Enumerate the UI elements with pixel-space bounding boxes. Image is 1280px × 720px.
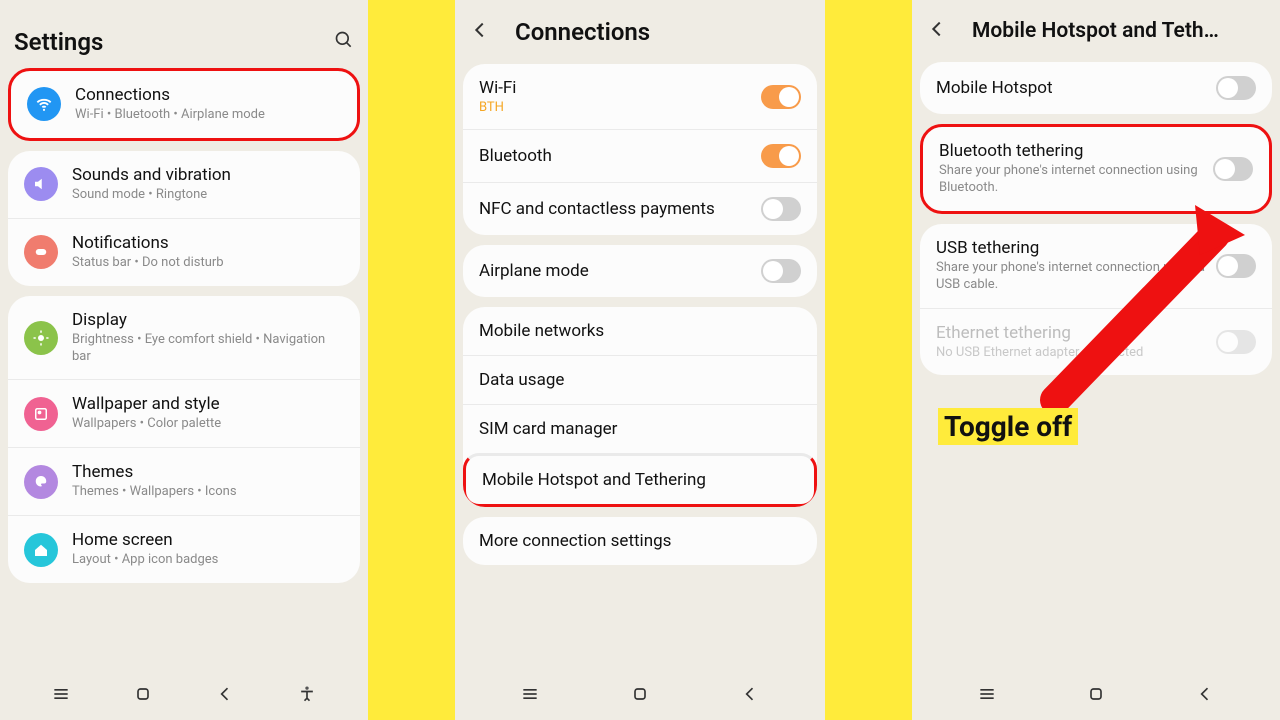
row-sub: Brightness • Eye comfort shield • Naviga… <box>72 332 344 366</box>
nav-bar <box>455 678 825 714</box>
row-title: SIM card manager <box>479 419 801 439</box>
row-title: Notifications <box>72 233 344 253</box>
themes-icon <box>24 465 58 499</box>
row-sub: Wallpapers • Color palette <box>72 416 344 433</box>
home-nav-icon[interactable] <box>630 684 650 708</box>
row-mobile-networks[interactable]: Mobile networks <box>463 307 817 355</box>
home-nav-icon[interactable] <box>133 684 153 708</box>
home-nav-icon[interactable] <box>1086 684 1106 708</box>
divider-strip <box>368 0 455 720</box>
row-sub: Layout • App icon badges <box>72 552 344 569</box>
recents-icon[interactable] <box>520 684 540 708</box>
row-more-connections[interactable]: More connection settings <box>463 517 817 565</box>
back-nav-icon[interactable] <box>215 684 235 708</box>
settings-screen: Settings Connections Wi-Fi • Bluetooth •… <box>0 0 368 720</box>
row-title: Themes <box>72 462 344 482</box>
ethernet-tethering-toggle <box>1216 330 1256 354</box>
row-mobile-hotspot[interactable]: Mobile Hotspot <box>920 62 1272 114</box>
row-usb-tethering[interactable]: USB tethering Share your phone's interne… <box>920 224 1272 308</box>
mobile-hotspot-toggle[interactable] <box>1216 76 1256 100</box>
row-sub: Wi-Fi • Bluetooth • Airplane mode <box>75 107 341 124</box>
row-title: More connection settings <box>479 531 801 551</box>
row-sub: Sound mode • Ringtone <box>72 187 344 204</box>
row-sub: Status bar • Do not disturb <box>72 255 344 272</box>
back-icon[interactable] <box>926 18 960 44</box>
wifi-toggle[interactable] <box>761 85 801 109</box>
row-title: Wallpaper and style <box>72 394 344 414</box>
row-title: Data usage <box>479 370 801 390</box>
wifi-icon <box>27 87 61 121</box>
row-bluetooth-tethering[interactable]: Bluetooth tethering Share your phone's i… <box>923 127 1269 211</box>
row-title: Display <box>72 310 344 330</box>
back-nav-icon[interactable] <box>1195 684 1215 708</box>
row-title: Mobile Hotspot and Tethering <box>482 470 798 490</box>
recents-icon[interactable] <box>977 684 997 708</box>
row-title: USB tethering <box>936 238 1216 258</box>
wallpaper-icon <box>24 397 58 431</box>
nav-bar <box>912 678 1280 714</box>
home-icon <box>24 533 58 567</box>
back-icon[interactable] <box>469 19 503 45</box>
usb-tethering-toggle[interactable] <box>1216 254 1256 278</box>
notifications-icon <box>24 235 58 269</box>
speaker-icon <box>24 167 58 201</box>
page-title: Connections <box>515 18 650 46</box>
row-title: Home screen <box>72 530 344 550</box>
row-title: Sounds and vibration <box>72 165 344 185</box>
row-nfc[interactable]: NFC and contactless payments <box>463 182 817 235</box>
row-sub: No USB Ethernet adapter connected <box>936 345 1216 362</box>
connections-screen: Connections Wi-Fi BTH Bluetooth NFC and … <box>455 0 825 720</box>
nfc-toggle[interactable] <box>761 197 801 221</box>
row-connections[interactable]: Connections Wi-Fi • Bluetooth • Airplane… <box>11 71 357 138</box>
row-sub: Share your phone's internet connection u… <box>936 260 1216 294</box>
row-ethernet-tethering: Ethernet tethering No USB Ethernet adapt… <box>920 308 1272 376</box>
row-data-usage[interactable]: Data usage <box>463 355 817 404</box>
bluetooth-toggle[interactable] <box>761 144 801 168</box>
row-wallpaper[interactable]: Wallpaper and style Wallpapers • Color p… <box>8 379 360 447</box>
bluetooth-tethering-toggle[interactable] <box>1213 157 1253 181</box>
divider-strip <box>825 0 912 720</box>
row-hotspot-tethering[interactable]: Mobile Hotspot and Tethering <box>463 453 817 507</box>
row-sub: Share your phone's internet connection u… <box>939 163 1213 197</box>
display-icon <box>24 321 58 355</box>
row-title: Ethernet tethering <box>936 323 1216 343</box>
row-sub: BTH <box>479 100 761 115</box>
row-title: NFC and contactless payments <box>479 199 761 219</box>
row-title: Mobile networks <box>479 321 801 341</box>
row-wifi[interactable]: Wi-Fi BTH <box>463 64 817 129</box>
row-title: Airplane mode <box>479 261 761 281</box>
row-themes[interactable]: Themes Themes • Wallpapers • Icons <box>8 447 360 515</box>
hotspot-screen: Mobile Hotspot and Teth… Mobile Hotspot … <box>912 0 1280 720</box>
row-title: Connections <box>75 85 341 105</box>
row-airplane[interactable]: Airplane mode <box>463 245 817 297</box>
row-title: Bluetooth tethering <box>939 141 1213 161</box>
recents-icon[interactable] <box>51 684 71 708</box>
airplane-toggle[interactable] <box>761 259 801 283</box>
row-title: Wi-Fi <box>479 78 761 98</box>
row-sim[interactable]: SIM card manager <box>463 404 817 453</box>
row-home[interactable]: Home screen Layout • App icon badges <box>8 515 360 583</box>
back-nav-icon[interactable] <box>740 684 760 708</box>
row-title: Bluetooth <box>479 146 761 166</box>
page-title: Mobile Hotspot and Teth… <box>972 19 1219 43</box>
row-notifications[interactable]: Notifications Status bar • Do not distur… <box>8 218 360 286</box>
row-sub: Themes • Wallpapers • Icons <box>72 484 344 501</box>
row-sounds[interactable]: Sounds and vibration Sound mode • Ringto… <box>8 151 360 218</box>
search-icon[interactable] <box>334 30 354 54</box>
row-display[interactable]: Display Brightness • Eye comfort shield … <box>8 296 360 380</box>
row-bluetooth[interactable]: Bluetooth <box>463 129 817 182</box>
annotation-callout: Toggle off <box>938 408 1078 445</box>
page-title: Settings <box>14 28 103 56</box>
nav-bar <box>0 678 368 714</box>
row-title: Mobile Hotspot <box>936 78 1216 98</box>
accessibility-icon[interactable] <box>297 684 317 708</box>
